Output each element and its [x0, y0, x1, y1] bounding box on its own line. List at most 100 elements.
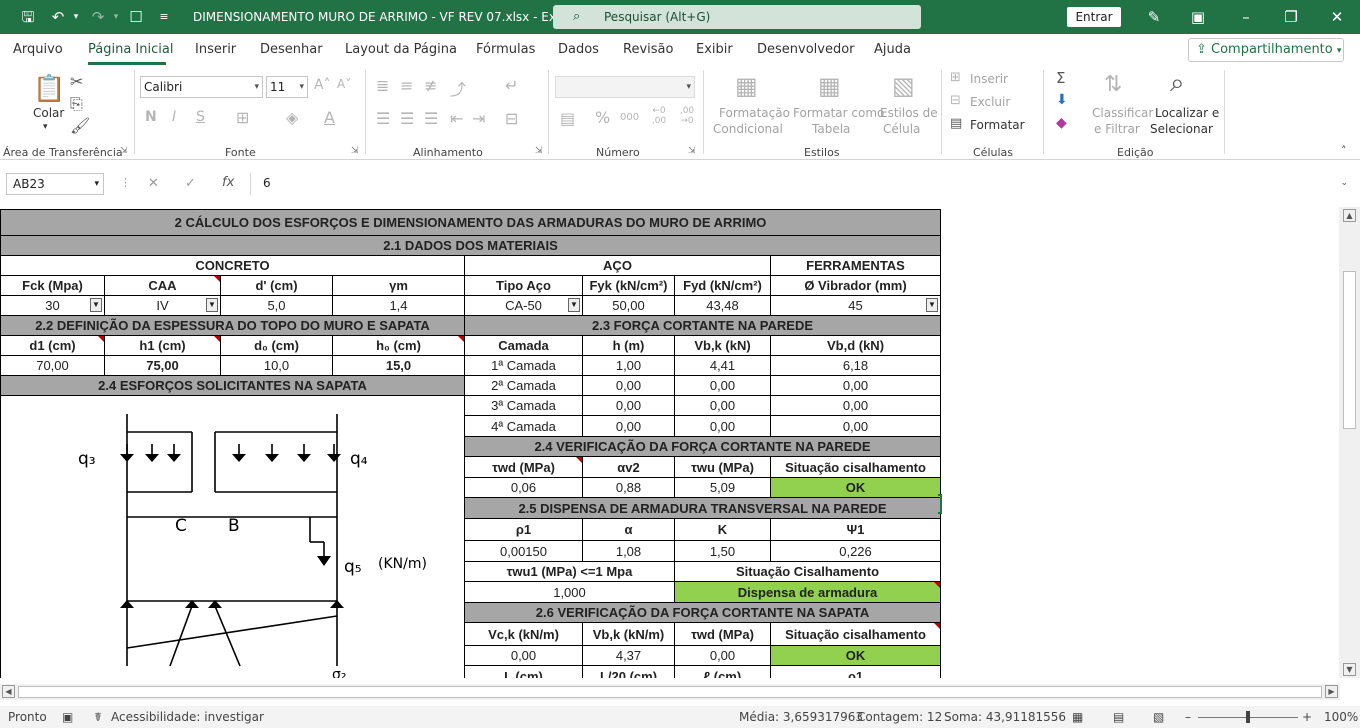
format-table-button[interactable]: Formatar como: [793, 106, 884, 120]
vibrador-dropdown[interactable]: 45 ▼: [769, 295, 942, 316]
customize-toolbar-icon[interactable]: ≡: [154, 7, 174, 27]
zoom-level[interactable]: 100%: [1324, 710, 1358, 724]
normal-view-icon[interactable]: ▦: [1072, 710, 1083, 724]
orientation-icon[interactable]: ⤴: [450, 76, 466, 100]
camada-2-vbd[interactable]: 0,00: [769, 375, 942, 396]
vertical-scroll-thumb[interactable]: [1343, 271, 1356, 429]
header-fyd[interactable]: Fyd (kN/cm²): [674, 275, 771, 296]
italic-button[interactable]: I: [172, 109, 176, 125]
section-title-2-6[interactable]: 2.6 VERIFICAÇÃO DA FORÇA CORTANTE NA SAP…: [463, 601, 942, 624]
sort-filter-button[interactable]: Classificar: [1092, 106, 1153, 120]
header-tipo-aco[interactable]: Tipo Aço: [464, 275, 583, 296]
format-painter-icon[interactable]: 🖌: [70, 116, 90, 135]
format-table-button-line2[interactable]: Tabela: [812, 122, 850, 136]
header-psi1[interactable]: Ψ1: [769, 517, 942, 542]
d1-value[interactable]: 70,00: [0, 355, 105, 376]
fill-color-icon[interactable]: ◈: [286, 108, 298, 127]
header-l20[interactable]: L/20 (cm): [582, 665, 675, 678]
clear-icon[interactable]: ◆: [1056, 115, 1067, 131]
wrap-text-icon[interactable]: ↵: [505, 76, 518, 95]
tab-ajuda[interactable]: Ajuda: [874, 42, 911, 57]
camada-2-h[interactable]: 0,00: [582, 375, 675, 396]
font-shrink-icon[interactable]: A˅: [337, 77, 351, 91]
align-top-icon[interactable]: ≣: [376, 76, 389, 95]
bold-button[interactable]: N: [145, 109, 157, 125]
header-rho1-sapata[interactable]: ρ1: [769, 665, 942, 678]
header-k[interactable]: K: [674, 517, 771, 542]
tab-formulas[interactable]: Fórmulas: [476, 42, 535, 57]
format-cells-button[interactable]: Formatar: [970, 118, 1025, 132]
tipo-aco-dropdown[interactable]: CA-50 ▼: [464, 295, 583, 316]
cell-styles-button-line2[interactable]: Célula: [883, 122, 920, 136]
camada-4-label[interactable]: 4ª Camada: [464, 415, 583, 437]
tab-desenvolvedor[interactable]: Desenvolvedor: [757, 42, 855, 57]
undo-dropdown-icon[interactable]: ▾: [66, 7, 86, 27]
camada-1-vbd[interactable]: 6,18: [769, 355, 942, 376]
decrease-indent-icon[interactable]: ⇤: [450, 109, 463, 128]
camada-2-label[interactable]: 2ª Camada: [464, 375, 583, 396]
fyd-value[interactable]: 43,48: [674, 295, 771, 316]
header-alpha-v2[interactable]: αv2: [582, 456, 675, 478]
number-format-select[interactable]: ▾: [555, 76, 695, 98]
camada-3-h[interactable]: 0,00: [582, 394, 675, 417]
header-caa[interactable]: CAA: [104, 275, 221, 296]
copy-icon[interactable]: ⎘: [70, 94, 83, 114]
undo-icon[interactable]: ↶: [48, 7, 68, 27]
header-l[interactable]: L (cm): [464, 665, 583, 678]
section-title-2-4-parede[interactable]: 2.4 VERIFICAÇÃO DA FORÇA CORTANTE NA PAR…: [463, 435, 942, 458]
dispensa-armadura-status[interactable]: Dispensa de armadura: [673, 581, 942, 603]
psi1-value[interactable]: 0,226: [769, 540, 942, 562]
section-title-2-1[interactable]: 2.1 DADOS DOS MATERIAIS: [0, 235, 942, 256]
status-average[interactable]: Média: 3,659317963: [739, 710, 863, 724]
header-twu1[interactable]: τwu1 (MPa) <=1 Mpa: [464, 560, 675, 583]
twu1-value[interactable]: 1,000: [464, 581, 675, 603]
scroll-up-icon[interactable]: ▲: [1343, 209, 1356, 222]
conditional-format-icon[interactable]: ▦: [735, 72, 758, 100]
header-h1[interactable]: h1 (cm): [104, 335, 221, 356]
close-icon[interactable]: ✕: [1327, 7, 1347, 27]
increase-indent-icon[interactable]: ⇥: [472, 109, 485, 128]
find-select-button[interactable]: Localizar e: [1155, 106, 1219, 120]
camada-4-vbd[interactable]: 0,00: [769, 415, 942, 437]
paste-dropdown-icon[interactable]: ▾: [43, 122, 48, 132]
cell-styles-button[interactable]: Estilos de: [880, 106, 938, 120]
borders-icon[interactable]: ⊞: [236, 108, 249, 127]
share-button[interactable]: ⇪ Compartilhamento ▾: [1188, 38, 1344, 62]
section-title-2-3[interactable]: 2.3 FORÇA CORTANTE NA PAREDE: [463, 315, 942, 336]
header-vck[interactable]: Vc,k (kN/m): [464, 622, 583, 646]
save-icon[interactable]: 🖫: [18, 7, 38, 27]
header-twd[interactable]: τwd (MPa): [464, 456, 583, 478]
delete-cells-button[interactable]: Excluir: [970, 95, 1010, 109]
alpha-v2-value[interactable]: 0,88: [582, 476, 675, 499]
sheet-title[interactable]: 2 CÁLCULO DOS ESFORÇOS E DIMENSIONAMENTO…: [0, 209, 942, 236]
section-title-2-5[interactable]: 2.5 DISPENSA DE ARMADURA TRANSVERSAL NA …: [463, 497, 942, 519]
page-break-icon[interactable]: ▧: [1153, 710, 1164, 724]
pen-icon[interactable]: ✎: [1144, 7, 1164, 27]
find-select-button-line2[interactable]: Selecionar: [1150, 122, 1213, 136]
fck-dropdown[interactable]: 30 ▼: [0, 295, 105, 316]
font-grow-icon[interactable]: A˄: [314, 77, 331, 93]
scroll-right-icon[interactable]: ▶: [1325, 685, 1338, 698]
header-situacao-sapata[interactable]: Situação cisalhamento: [769, 622, 942, 646]
dropdown-arrow-icon[interactable]: ▼: [568, 298, 580, 312]
merge-center-icon[interactable]: ⊟: [505, 109, 518, 128]
delete-cells-icon[interactable]: ⊟: [950, 93, 961, 108]
k-value[interactable]: 1,50: [674, 540, 771, 562]
format-cells-icon[interactable]: ▤: [950, 116, 962, 131]
confirm-icon[interactable]: ✓: [185, 176, 196, 191]
gamma-m-value[interactable]: 1,4: [332, 295, 465, 316]
cell-styles-icon[interactable]: ▧: [892, 72, 915, 100]
header-vbk-m[interactable]: Vb,k (kN/m): [582, 622, 675, 646]
header-twd-sapata[interactable]: τwd (MPa): [674, 622, 771, 646]
header-fck[interactable]: Fck (Mpa): [0, 275, 105, 296]
zoom-slider-thumb[interactable]: [1246, 711, 1250, 723]
align-bottom-icon[interactable]: ≢: [424, 76, 437, 95]
header-h0[interactable]: h₀ (cm): [332, 335, 465, 356]
status-count[interactable]: Contagem: 12: [857, 710, 942, 724]
currency-icon[interactable]: ▤: [560, 109, 575, 128]
collapse-ribbon-icon[interactable]: ˄: [1341, 144, 1347, 157]
zoom-in-icon[interactable]: +: [1302, 710, 1312, 724]
conditional-format-button[interactable]: Formatação: [719, 106, 790, 120]
header-twu[interactable]: τwu (MPa): [674, 456, 771, 478]
redo-dropdown-icon[interactable]: ▾: [106, 7, 126, 27]
